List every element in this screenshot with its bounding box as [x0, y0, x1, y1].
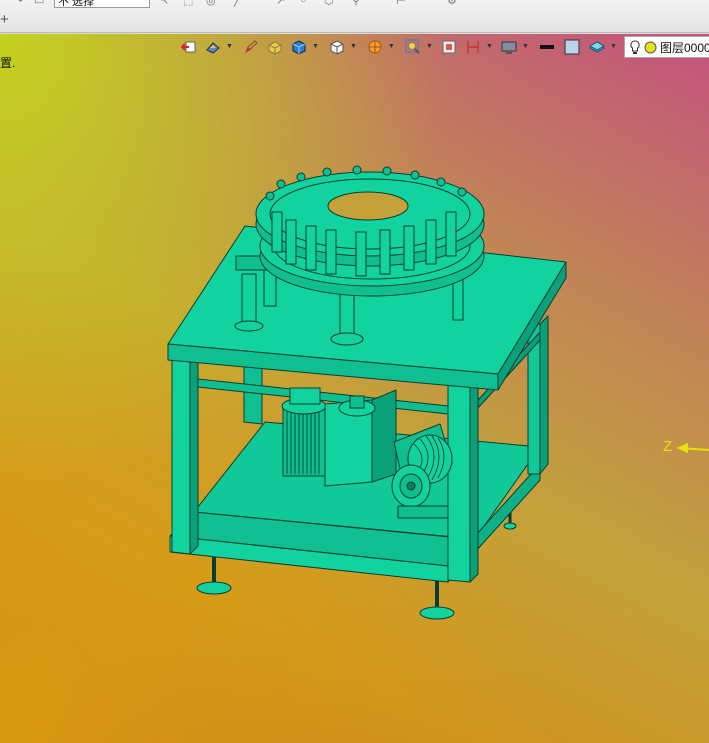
settings-icon[interactable]: ⚙	[447, 0, 457, 7]
gear-motor	[281, 387, 397, 487]
add-tab-button[interactable]: +	[0, 12, 12, 27]
leveling-foot	[196, 557, 232, 595]
circle-tool-icon[interactable]: ○	[300, 0, 307, 6]
top-toolbar: ↶ ▭ ↖ ⬚ ◎ ╱ ↗ ○ ⬡ ⚲ ⊢ ⚙ 不 选择 +	[0, 0, 709, 33]
rotary-indexing-table	[255, 165, 485, 297]
page-icon[interactable]: ▭	[34, 0, 44, 7]
machine-model[interactable]	[0, 34, 709, 743]
pin-icon[interactable]: ⚲	[352, 0, 360, 7]
undo-icon[interactable]: ↶	[18, 0, 27, 7]
cursor-icon[interactable]: ↖	[160, 0, 169, 7]
rotate-icon[interactable]: ◎	[206, 0, 216, 7]
z-axis-indicator	[676, 443, 709, 453]
leveling-foot	[419, 580, 455, 620]
measure-icon[interactable]: ⊢	[396, 0, 406, 7]
selection-filter-dropdown[interactable]: 不 选择	[54, 0, 150, 8]
arc-tool-icon[interactable]: ↗	[276, 0, 285, 7]
polygon-tool-icon[interactable]: ⬡	[324, 0, 334, 7]
z-axis-label: Z	[663, 438, 673, 455]
3d-viewport[interactable]: 置. ▼ ▼ ▼ ▼ ▼ ▼ ▼ ▼ 图层0000 Z	[0, 34, 709, 743]
line-tool-icon[interactable]: ╱	[234, 0, 241, 7]
select-icon[interactable]: ⬚	[183, 0, 193, 7]
